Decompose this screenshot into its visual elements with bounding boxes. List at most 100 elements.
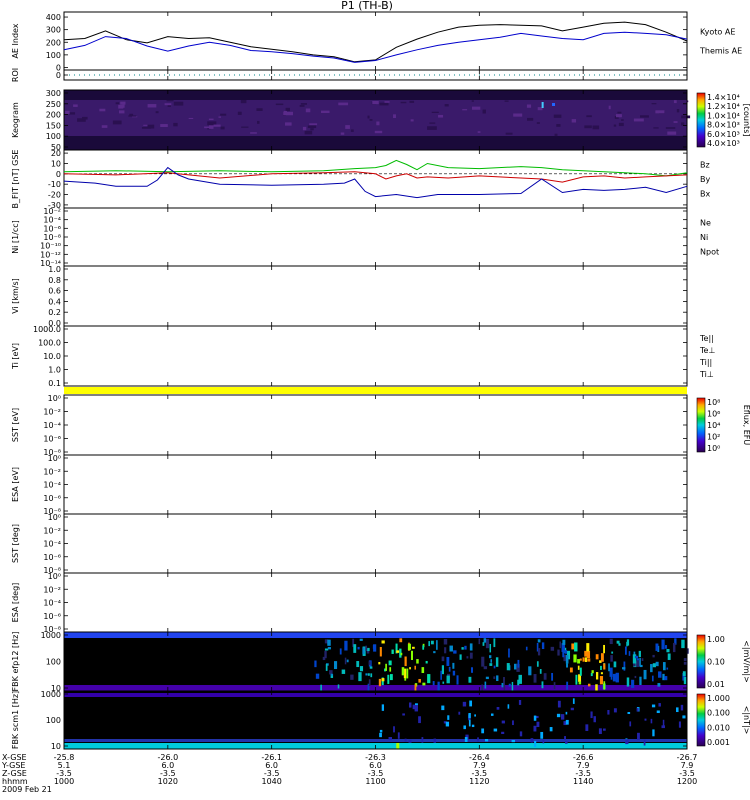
keogram-pixel [639, 115, 649, 118]
ytick-label: 150 [46, 121, 61, 130]
fbk-pixel [489, 663, 493, 666]
fbk-pixel [468, 676, 472, 683]
xtick-label: 1040 [261, 777, 281, 786]
ytick-label: 10⁻² [43, 408, 61, 417]
keogram-pixel [438, 114, 444, 118]
fbk-pixel [536, 721, 540, 728]
legend-label: Npot [700, 248, 719, 257]
ytick-label: 1.0 [48, 265, 61, 274]
colorbar-tick-label: 6.0×10³ [707, 130, 740, 139]
ytick-label: 100 [46, 51, 61, 60]
fbk-pixel [651, 704, 656, 708]
fbk-pixel [616, 640, 620, 644]
fbk-pixel [658, 671, 662, 678]
fbk-pixel [584, 650, 588, 657]
keogram-pixel [615, 114, 622, 118]
fbk-pixel [412, 646, 415, 649]
fbk-pixel [447, 715, 450, 720]
ytick-label: 10⁻¹⁰ [40, 242, 61, 251]
fbk-pixel [339, 648, 342, 655]
fbk-pixel [508, 648, 510, 658]
fbk-pixel [553, 682, 556, 690]
legend-label: Bx [700, 190, 710, 199]
fbk-pixel [496, 675, 499, 682]
keogram-pixel [653, 127, 659, 129]
fbk-pixel [422, 645, 425, 650]
legend-label: Ne [700, 219, 711, 228]
fbk-pixel [518, 700, 522, 705]
keogram-pixel [256, 108, 263, 111]
fbk-pixel [624, 646, 627, 655]
series-line-kyoto-ae [63, 31, 688, 63]
keogram-pixel [321, 110, 330, 114]
keogram-pixel [73, 104, 78, 107]
fbk-pixel [543, 673, 547, 680]
fbk-pixel [587, 658, 591, 662]
fbk-pixel [389, 674, 393, 681]
fbk-pixel [470, 667, 474, 673]
panel-frame-esa_eflux [63, 454, 688, 515]
fbk-pixel [495, 657, 499, 667]
fbk-pixel [463, 725, 466, 730]
fbk-pixel [533, 725, 537, 732]
keogram-pixel [240, 100, 247, 104]
fbk-pixel [425, 660, 428, 664]
fbk-pixel [631, 679, 635, 688]
ytick-label: 100 [46, 132, 61, 141]
fbk-pixel [358, 672, 362, 682]
ytick-label: 10⁰ [48, 454, 61, 463]
fbk-pixel [449, 645, 453, 652]
colorbar-tick-label: 0.01 [707, 680, 725, 689]
fbk-pixel [428, 641, 430, 647]
fbk-pixel [344, 657, 347, 665]
colorbar-fbk_b [696, 693, 706, 747]
keogram-pixel [302, 126, 307, 131]
fbk-pixel [381, 640, 385, 644]
fbk-pixel [408, 702, 412, 708]
keogram-pixel [376, 121, 380, 126]
fbk-pixel [650, 718, 653, 724]
fbk-pixel [600, 665, 602, 670]
fbk-pixel [410, 650, 414, 661]
fbk-pixel [418, 678, 421, 683]
keogram-pixel [118, 110, 125, 114]
fbk-pixel [391, 649, 394, 654]
fbk-pixel [550, 646, 555, 651]
colorbar-tick-label: 10⁰ [707, 444, 720, 453]
fbk-pixel [481, 728, 485, 734]
keogram-pixel [155, 111, 159, 114]
fbk-pixel [414, 705, 418, 712]
ytick-label: 100.0 [38, 339, 61, 348]
keogram-pixel [310, 128, 314, 131]
fbk-pixel [613, 708, 617, 713]
keogram-pixel [82, 116, 88, 120]
fbk-pixel [416, 659, 419, 664]
ylabel-ae: AE Index [11, 23, 20, 58]
fbk-pixel [638, 650, 641, 658]
keogram-pixel [309, 123, 318, 126]
xtick-label: 1200 [677, 777, 697, 786]
fbk-pixel [582, 657, 585, 662]
fbk-pixel [489, 643, 492, 653]
fbk-pixel [446, 675, 450, 684]
fbk-pixel [682, 671, 686, 677]
colorbar-tick-label: 0.001 [707, 738, 730, 747]
fbk-pixel [365, 673, 368, 676]
xtick-label: 1100 [365, 777, 385, 786]
keogram-pixel [554, 133, 558, 137]
fbk-pixel [626, 641, 628, 647]
fbk-pixel [493, 728, 498, 732]
fbk-pixel [397, 732, 400, 739]
legend-label: Bz [700, 161, 710, 170]
keogram-pixel [213, 124, 221, 127]
fbk-pixel [626, 677, 630, 687]
fbk-pixel [676, 707, 679, 713]
keogram-pixel [384, 101, 390, 103]
fbk-pixel [613, 661, 617, 668]
fbk-pixel [477, 737, 479, 742]
fbk-pixel [406, 668, 409, 679]
fbk-pixel [578, 681, 582, 685]
keogram-pixel [665, 127, 676, 129]
fbk-pixel [565, 740, 568, 744]
fbk-pixel [634, 675, 637, 679]
